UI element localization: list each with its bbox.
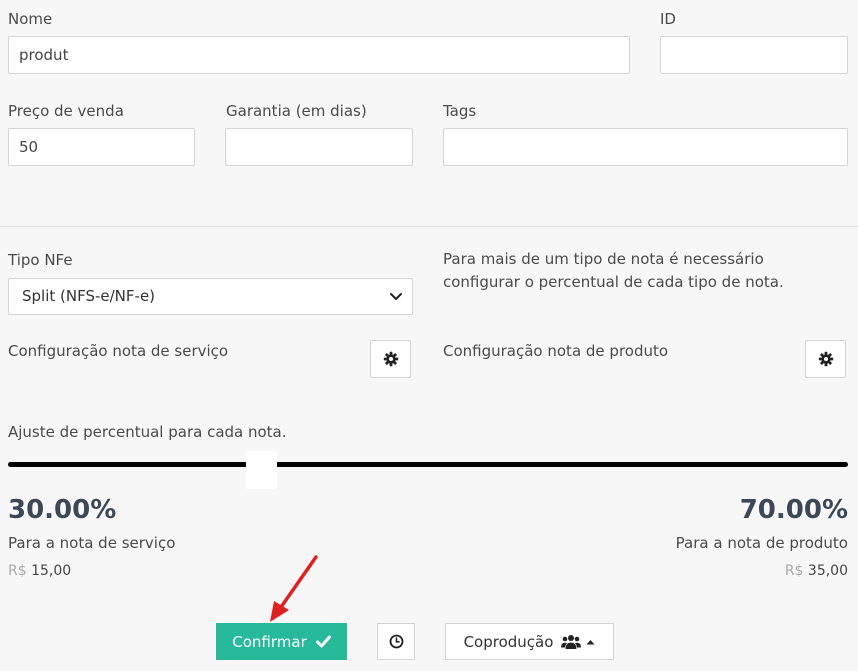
tipo-nfe-selected: Split (NFS-e/NF-e) [22, 287, 156, 305]
produto-currency: R$ [784, 563, 804, 579]
produto-percent: 70.00% [739, 495, 848, 525]
servico-amount: R$ 15,00 [8, 563, 71, 579]
history-button[interactable] [377, 623, 415, 660]
nfe-note-line2: configurar o percentual de cada tipo de … [443, 273, 784, 291]
config-produto-button[interactable] [805, 340, 846, 378]
servico-percent: 30.00% [8, 495, 117, 525]
chevron-down-icon [390, 293, 402, 300]
tipo-nfe-label: Tipo NFe [8, 251, 73, 269]
produto-value: 35,00 [807, 563, 848, 579]
servico-value: 15,00 [31, 563, 72, 579]
check-icon [315, 635, 331, 648]
ajuste-percentual-label: Ajuste de percentual para cada nota. [8, 423, 287, 441]
produto-caption: Para a nota de produto [675, 534, 848, 552]
id-label: ID [660, 10, 676, 28]
preco-label: Preço de venda [8, 102, 124, 120]
confirm-button[interactable]: Confirmar [216, 623, 347, 660]
servico-currency: R$ [8, 563, 27, 579]
nfe-note-line1: Para mais de um tipo de nota é necessári… [443, 250, 764, 268]
garantia-label: Garantia (em dias) [226, 102, 367, 120]
gear-icon [383, 351, 398, 367]
section-divider [0, 226, 858, 227]
produto-amount: R$ 35,00 [785, 563, 848, 579]
users-icon [561, 634, 582, 649]
clock-icon [389, 634, 403, 649]
gear-icon [818, 351, 833, 367]
servico-caption: Para a nota de serviço [8, 534, 176, 552]
id-input[interactable] [660, 36, 848, 74]
nome-input[interactable] [8, 36, 630, 74]
nome-label: Nome [8, 10, 53, 28]
config-servico-label: Configuração nota de serviço [8, 342, 229, 360]
coproducao-button[interactable]: Coprodução [445, 623, 614, 660]
caret-down-icon [586, 639, 595, 644]
confirm-label: Confirmar [232, 632, 307, 651]
annotation-arrow-icon [270, 555, 318, 622]
tags-input[interactable] [443, 128, 848, 166]
tipo-nfe-select[interactable]: Split (NFS-e/NF-e) [8, 278, 413, 315]
config-servico-button[interactable] [370, 340, 411, 378]
tags-label: Tags [443, 102, 477, 120]
preco-input[interactable] [8, 128, 195, 166]
coproducao-label: Coprodução [463, 632, 554, 651]
percent-slider-handle[interactable] [246, 451, 277, 489]
nfe-note: Para mais de um tipo de nota é necessári… [443, 248, 784, 294]
garantia-input[interactable] [225, 128, 413, 166]
percent-slider-track[interactable] [8, 462, 848, 467]
config-produto-label: Configuração nota de produto [443, 342, 669, 360]
